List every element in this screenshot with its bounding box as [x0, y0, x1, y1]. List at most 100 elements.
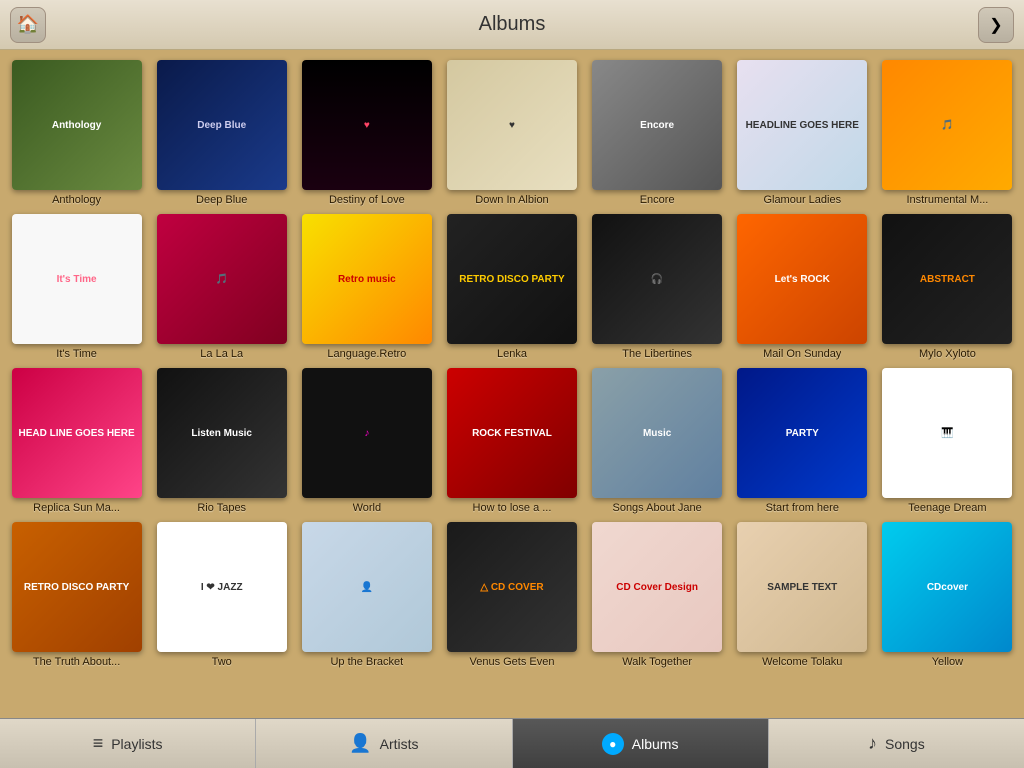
- album-cover-lenka: RETRO DISCO PARTY: [447, 214, 577, 344]
- album-cover-startfrom: PARTY: [737, 368, 867, 498]
- album-item-anthology[interactable]: AnthologyAnthology: [8, 60, 145, 206]
- album-cover-art-startfrom: PARTY: [737, 368, 867, 498]
- album-label-glamour: Glamour Ladies: [763, 194, 841, 206]
- album-item-songs[interactable]: Music Songs About Jane: [589, 368, 726, 514]
- album-item-startfrom[interactable]: PARTY Start from here: [734, 368, 871, 514]
- album-item-destiny[interactable]: ♥ Destiny of Love: [298, 60, 435, 206]
- album-item-mailsunday[interactable]: Let's ROCK Mail On Sunday: [734, 214, 871, 360]
- album-label-destiny: Destiny of Love: [329, 194, 405, 206]
- album-item-glamour[interactable]: HEADLINE GOES HERE Glamour Ladies: [734, 60, 871, 206]
- album-cover-deepblue: Deep Blue: [157, 60, 287, 190]
- album-item-encore[interactable]: EncoreEncore: [589, 60, 726, 206]
- album-item-lalala[interactable]: 🎵La La La: [153, 214, 290, 360]
- album-cover-anthology: Anthology: [12, 60, 142, 190]
- album-cover-itstime: It's Time: [12, 214, 142, 344]
- album-cover-upbracket: 👤: [302, 522, 432, 652]
- album-item-lenka[interactable]: RETRO DISCO PARTYLenka: [443, 214, 580, 360]
- album-label-world: World: [353, 502, 382, 514]
- album-cover-art-destiny: ♥: [302, 60, 432, 190]
- album-cover-language: Retro music: [302, 214, 432, 344]
- songs-label: Songs: [885, 736, 925, 752]
- header: 🏠 Albums ❯: [0, 0, 1024, 50]
- album-cover-songs: Music: [592, 368, 722, 498]
- album-label-upbracket: Up the Bracket: [330, 656, 403, 668]
- album-label-libertines: The Libertines: [622, 348, 692, 360]
- album-label-language: Language.Retro: [327, 348, 406, 360]
- albums-grid: AnthologyAnthologyDeep BlueDeep Blue♥Des…: [8, 60, 1016, 668]
- album-cover-truth: RETRO DISCO PARTY: [12, 522, 142, 652]
- album-cover-howtol: ROCK FESTIVAL: [447, 368, 577, 498]
- album-label-instrumental: Instrumental M...: [906, 194, 988, 206]
- album-cover-encore: Encore: [592, 60, 722, 190]
- album-item-itstime[interactable]: It's Time It's Time: [8, 214, 145, 360]
- album-cover-downin: ♥: [447, 60, 577, 190]
- album-cover-art-riotapes: Listen Music: [157, 368, 287, 498]
- album-cover-art-glamour: HEADLINE GOES HERE: [737, 60, 867, 190]
- songs-icon: ♪: [868, 733, 877, 754]
- album-cover-two: I ❤ JAZZ: [157, 522, 287, 652]
- album-cover-art-mylo: ABSTRACT: [882, 214, 1012, 344]
- album-label-two: Two: [212, 656, 232, 668]
- album-cover-mylo: ABSTRACT: [882, 214, 1012, 344]
- album-item-walk[interactable]: CD Cover Design Walk Together: [589, 522, 726, 668]
- album-item-teenage[interactable]: 🎹Teenage Dream: [879, 368, 1016, 514]
- album-label-itstime: It's Time: [56, 348, 97, 360]
- album-cover-art-deepblue: Deep Blue: [157, 60, 287, 190]
- artists-icon: 👤: [349, 733, 371, 754]
- album-label-walk: Walk Together: [622, 656, 692, 668]
- album-item-upbracket[interactable]: 👤 Up the Bracket: [298, 522, 435, 668]
- album-label-mailsunday: Mail On Sunday: [763, 348, 841, 360]
- album-item-libertines[interactable]: 🎧 The Libertines: [589, 214, 726, 360]
- album-cover-art-encore: Encore: [592, 60, 722, 190]
- album-item-truth[interactable]: RETRO DISCO PARTY The Truth About...: [8, 522, 145, 668]
- album-item-replica[interactable]: HEAD LINE GOES HERE Replica Sun Ma...: [8, 368, 145, 514]
- album-cover-libertines: 🎧: [592, 214, 722, 344]
- album-label-startfrom: Start from here: [766, 502, 839, 514]
- album-label-downin: Down In Albion: [475, 194, 548, 206]
- album-item-mylo[interactable]: ABSTRACT Mylo Xyloto: [879, 214, 1016, 360]
- album-cover-art-replica: HEAD LINE GOES HERE: [12, 368, 142, 498]
- album-cover-glamour: HEADLINE GOES HERE: [737, 60, 867, 190]
- album-cover-instrumental: 🎵: [882, 60, 1012, 190]
- album-item-yellow[interactable]: CDcoverYellow: [879, 522, 1016, 668]
- album-item-two[interactable]: I ❤ JAZZ Two: [153, 522, 290, 668]
- album-label-mylo: Mylo Xyloto: [919, 348, 976, 360]
- album-label-replica: Replica Sun Ma...: [33, 502, 120, 514]
- album-label-songs: Songs About Jane: [612, 502, 701, 514]
- album-cover-welcome: SAMPLE TEXT: [737, 522, 867, 652]
- album-label-howtol: How to lose a ...: [473, 502, 552, 514]
- album-item-venus[interactable]: △ CD COVERVenus Gets Even: [443, 522, 580, 668]
- album-cover-walk: CD Cover Design: [592, 522, 722, 652]
- album-item-language[interactable]: Retro music Language.Retro: [298, 214, 435, 360]
- album-cover-art-truth: RETRO DISCO PARTY: [12, 522, 142, 652]
- nav-albums[interactable]: ● Albums: [513, 719, 769, 768]
- album-cover-art-two: I ❤ JAZZ: [157, 522, 287, 652]
- album-item-world[interactable]: ♪World: [298, 368, 435, 514]
- album-label-welcome: Welcome Tolaku: [762, 656, 842, 668]
- page-title: Albums: [479, 13, 546, 36]
- album-label-riotapes: Rio Tapes: [197, 502, 246, 514]
- home-button[interactable]: 🏠: [10, 7, 46, 43]
- album-item-riotapes[interactable]: Listen Music Rio Tapes: [153, 368, 290, 514]
- bottom-navigation: ≡ Playlists 👤 Artists ● Albums ♪ Songs: [0, 718, 1024, 768]
- album-cover-art-songs: Music: [592, 368, 722, 498]
- album-cover-destiny: ♥: [302, 60, 432, 190]
- album-item-welcome[interactable]: SAMPLE TEXT Welcome Tolaku: [734, 522, 871, 668]
- nav-artists[interactable]: 👤 Artists: [256, 719, 512, 768]
- album-cover-lalala: 🎵: [157, 214, 287, 344]
- albums-label: Albums: [632, 736, 679, 752]
- album-item-downin[interactable]: ♥ Down In Albion: [443, 60, 580, 206]
- album-cover-venus: △ CD COVER: [447, 522, 577, 652]
- nav-songs[interactable]: ♪ Songs: [769, 719, 1024, 768]
- album-item-instrumental[interactable]: 🎵 Instrumental M...: [879, 60, 1016, 206]
- back-button[interactable]: ❯: [978, 7, 1014, 43]
- album-item-howtol[interactable]: ROCK FESTIVAL How to lose a ...: [443, 368, 580, 514]
- album-label-truth: The Truth About...: [33, 656, 120, 668]
- album-item-deepblue[interactable]: Deep BlueDeep Blue: [153, 60, 290, 206]
- album-cover-art-language: Retro music: [302, 214, 432, 344]
- album-cover-riotapes: Listen Music: [157, 368, 287, 498]
- album-cover-art-yellow: CDcover: [882, 522, 1012, 652]
- album-cover-mailsunday: Let's ROCK: [737, 214, 867, 344]
- nav-playlists[interactable]: ≡ Playlists: [0, 719, 256, 768]
- playlists-label: Playlists: [111, 736, 162, 752]
